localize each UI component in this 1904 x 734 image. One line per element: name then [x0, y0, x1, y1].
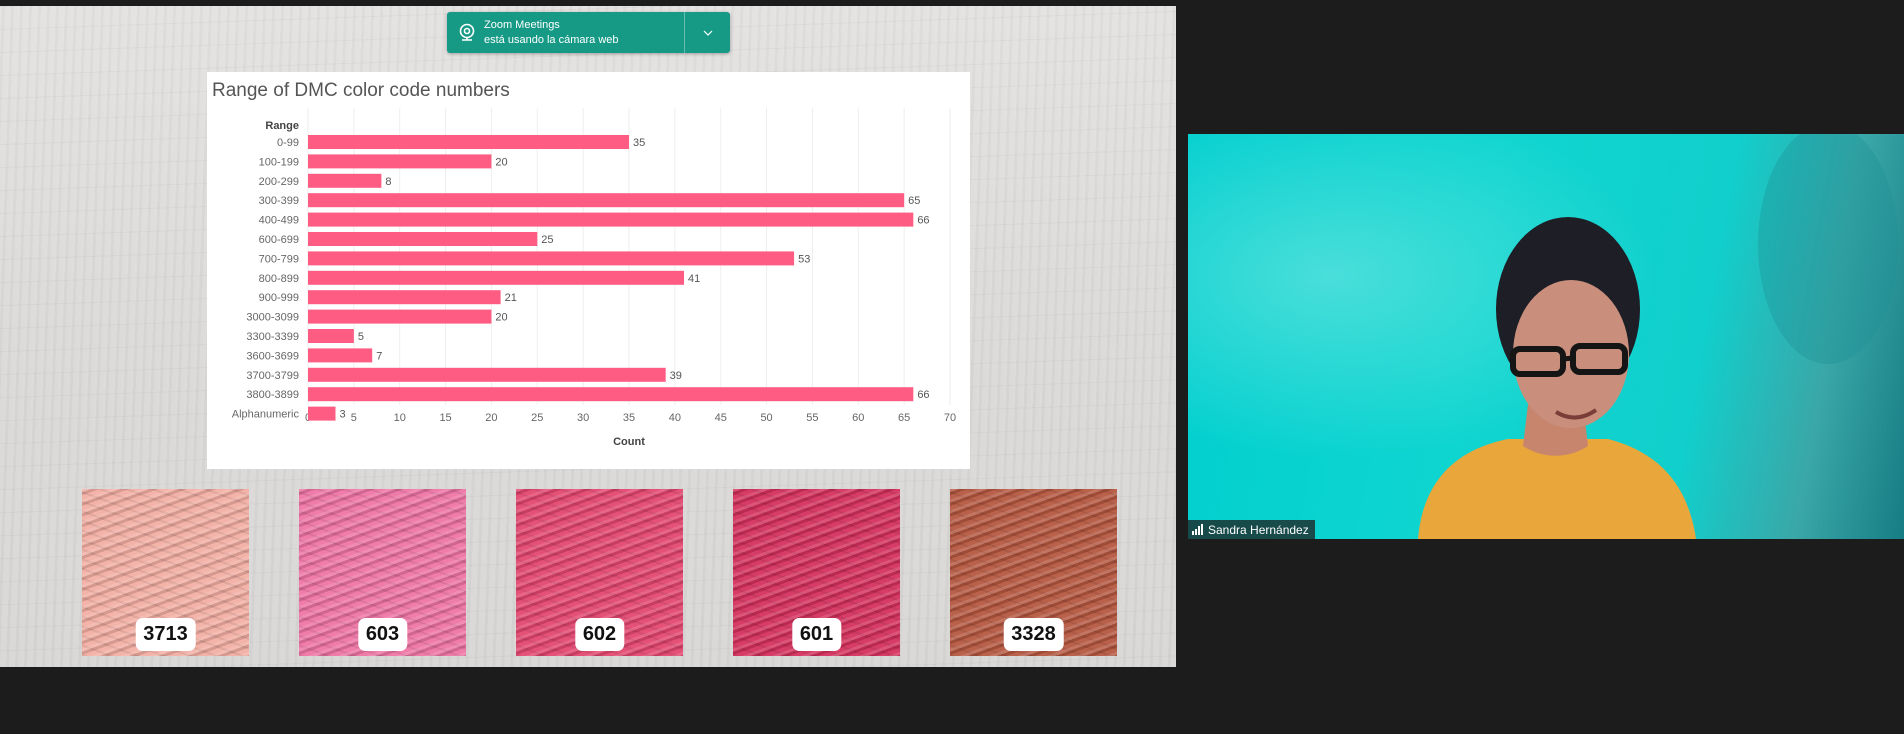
x-tick-label: 5: [351, 412, 357, 424]
thread-skein-3328: 3328: [950, 489, 1117, 656]
participant-video[interactable]: Sandra Hernández: [1188, 134, 1904, 539]
data-label: 20: [495, 156, 507, 168]
bar: [308, 348, 373, 363]
bar: [308, 232, 538, 246]
bar: [308, 387, 914, 402]
category-label: Alphanumeric: [232, 409, 300, 421]
skein-code-label: 603: [357, 618, 408, 651]
notification-message: está usando la cámara web: [484, 34, 619, 46]
category-label: 3300-3399: [246, 331, 299, 343]
category-label: 100-199: [259, 156, 299, 168]
chart-card: Range of DMC color code numbers 05101520…: [207, 72, 970, 469]
thread-skein-601: 601: [733, 489, 900, 656]
data-label: 66: [917, 389, 929, 401]
bar: [308, 212, 914, 227]
category-label: 3800-3899: [246, 389, 299, 401]
data-label: 39: [670, 370, 682, 382]
category-label: 700-799: [259, 253, 299, 265]
bar: [308, 329, 354, 343]
x-tick-label: 55: [806, 412, 818, 424]
skein-code-label: 601: [791, 618, 842, 651]
bar: [308, 135, 629, 149]
data-label: 53: [798, 253, 810, 265]
participant-image: [1188, 134, 1904, 539]
x-tick-label: 50: [760, 412, 772, 424]
webcam-icon: [459, 23, 475, 41]
participant-name: Sandra Hernández: [1208, 522, 1309, 537]
bar: [308, 309, 492, 324]
x-tick-label: 30: [577, 412, 589, 424]
category-label: 400-499: [259, 215, 299, 227]
skein-code-label: 602: [574, 618, 625, 651]
data-label: 7: [376, 350, 382, 362]
category-label: 600-699: [259, 234, 299, 246]
category-label: 3600-3699: [246, 350, 299, 362]
x-axis-title: Count: [613, 436, 645, 448]
skein-code-label: 3328: [1003, 618, 1064, 651]
bar: [308, 173, 382, 188]
data-label: 65: [908, 195, 920, 207]
data-label: 66: [917, 215, 929, 227]
data-label: 20: [495, 312, 507, 324]
data-label: 8: [385, 176, 391, 188]
x-tick-label: 40: [669, 412, 681, 424]
category-label: 200-299: [259, 176, 299, 188]
x-tick-label: 65: [898, 412, 910, 424]
category-label: 0-99: [277, 137, 299, 149]
category-label: 3700-3799: [246, 370, 299, 382]
thread-skein-3713: 3713: [82, 489, 249, 656]
x-tick-label: 15: [439, 412, 451, 424]
category-label: 3000-3099: [246, 312, 299, 324]
x-tick-label: 70: [944, 412, 956, 424]
zoom-camera-notification[interactable]: Zoom Meetings está usando la cámara web: [447, 12, 730, 53]
bar: [308, 270, 685, 285]
category-label: 900-999: [259, 292, 299, 304]
bar: [308, 251, 795, 266]
bar: [308, 193, 905, 208]
data-label: 3: [340, 409, 346, 421]
category-label: 300-399: [259, 195, 299, 207]
data-label: 35: [633, 137, 645, 149]
thread-skein-603: 603: [299, 489, 466, 656]
data-label: 25: [541, 234, 553, 246]
category-label: 800-899: [259, 273, 299, 285]
thread-skein-602: 602: [516, 489, 683, 656]
data-label: 5: [358, 331, 364, 343]
bar: [308, 290, 501, 305]
participant-name-tag: Sandra Hernández: [1188, 520, 1315, 539]
bar: [308, 154, 492, 169]
x-tick-label: 60: [852, 412, 864, 424]
bar: [308, 367, 666, 382]
notification-app-name: Zoom Meetings: [484, 19, 560, 31]
shared-screen: Zoom Meetings está usando la cámara web …: [0, 6, 1176, 667]
x-tick-label: 10: [394, 412, 406, 424]
signal-strength-icon: [1192, 524, 1203, 535]
x-tick-label: 20: [485, 412, 497, 424]
data-label: 21: [505, 292, 517, 304]
category-axis-title: Range: [265, 120, 299, 132]
bar-chart: 0510152025303540455055606570Range0-99351…: [232, 108, 956, 448]
skein-code-label: 3713: [135, 618, 196, 651]
data-label: 41: [688, 273, 700, 285]
x-tick-label: 45: [715, 412, 727, 424]
bar: [308, 406, 336, 421]
x-tick-label: 25: [531, 412, 543, 424]
x-tick-label: 35: [623, 412, 635, 424]
chevron-down-icon[interactable]: [685, 12, 730, 53]
